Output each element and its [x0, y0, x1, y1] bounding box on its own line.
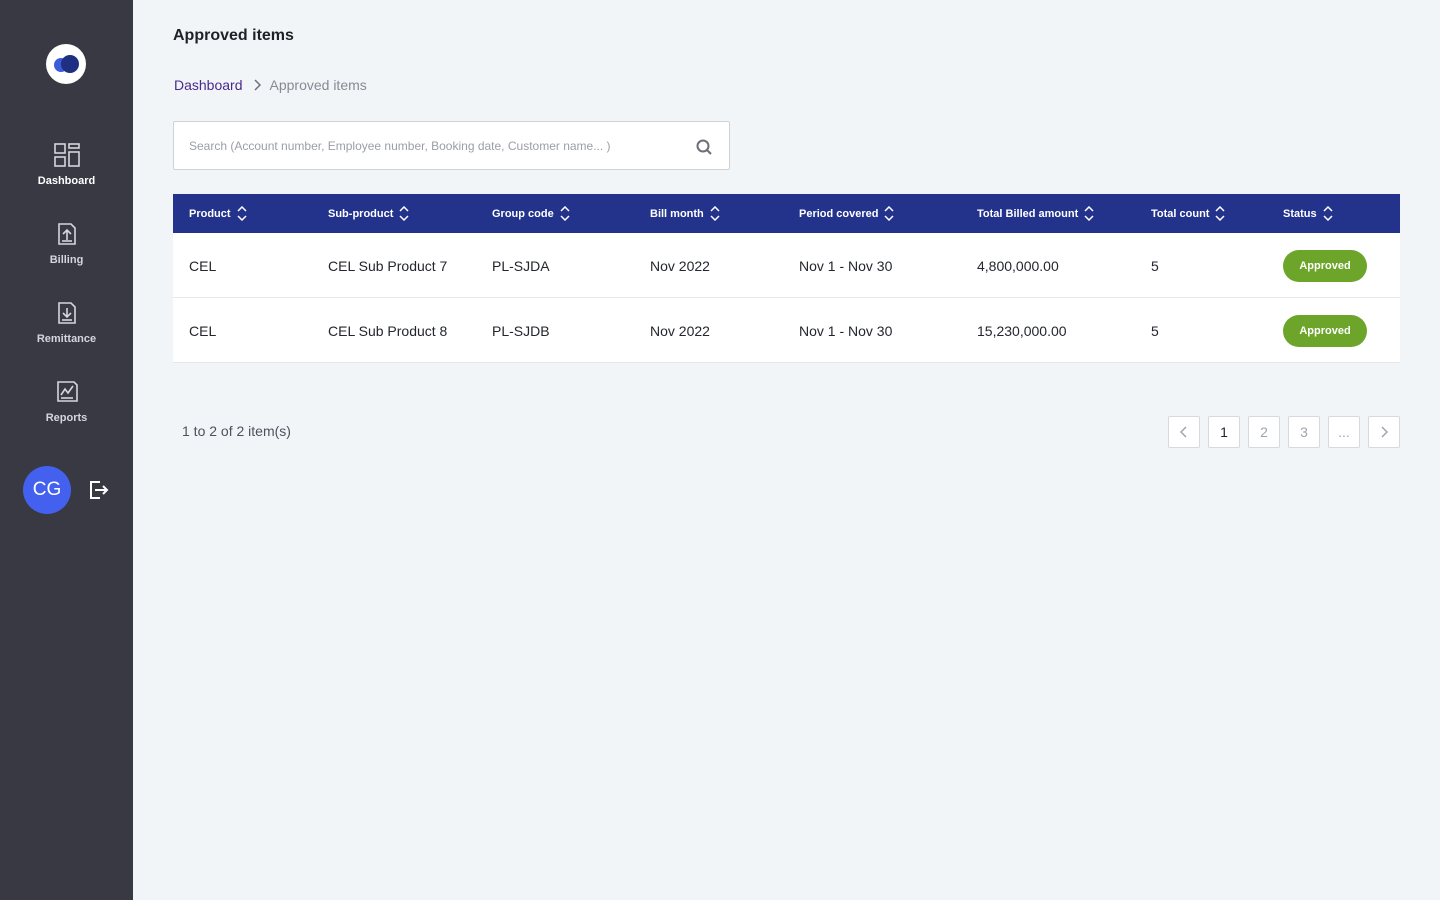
breadcrumb-current: Approved items [269, 77, 367, 93]
sidebar-item-dashboard[interactable]: Dashboard [0, 143, 133, 203]
sidebar-item-billing[interactable]: Billing [0, 222, 133, 282]
chevron-left-icon [1180, 426, 1187, 438]
sort-icon [237, 206, 247, 221]
prev-page-button[interactable] [1168, 416, 1200, 448]
cell-bill-month: Nov 2022 [650, 322, 710, 339]
table-row[interactable]: CEL CEL Sub Product 7 PL-SJDA Nov 2022 N… [173, 233, 1400, 298]
page-button-2[interactable]: 2 [1248, 416, 1280, 448]
sort-icon [1215, 206, 1225, 221]
column-header-period-covered[interactable]: Period covered [799, 194, 895, 233]
column-header-bill-month[interactable]: Bill month [650, 194, 720, 233]
search-input[interactable] [189, 136, 679, 156]
billing-upload-icon [57, 223, 76, 245]
cell-group-code: PL-SJDB [492, 322, 550, 339]
cell-total-count: 5 [1151, 322, 1159, 339]
column-header-sub-product[interactable]: Sub-product [328, 194, 409, 233]
page-title: Approved items [173, 27, 294, 44]
logout-icon[interactable] [86, 478, 110, 502]
reports-chart-icon [56, 381, 78, 402]
sort-icon [710, 206, 720, 221]
cell-status: Approved [1283, 233, 1367, 298]
cell-sub-product: CEL Sub Product 7 [328, 257, 448, 274]
breadcrumb: Dashboard Approved items [174, 77, 367, 93]
table-row[interactable]: CEL CEL Sub Product 8 PL-SJDB Nov 2022 N… [173, 298, 1400, 363]
column-header-total-count[interactable]: Total count [1151, 194, 1225, 233]
app-logo[interactable] [46, 44, 86, 84]
page-button-3[interactable]: 3 [1288, 416, 1320, 448]
cell-group-code: PL-SJDA [492, 257, 550, 274]
cell-sub-product: CEL Sub Product 8 [328, 322, 448, 339]
cell-product: CEL [189, 322, 217, 339]
page-ellipsis-button[interactable]: ... [1328, 416, 1360, 448]
cell-bill-month: Nov 2022 [650, 257, 710, 274]
chevron-right-icon [1381, 426, 1388, 438]
cell-total-count: 5 [1151, 257, 1159, 274]
sort-icon [560, 206, 570, 221]
chevron-right-icon [253, 79, 261, 91]
logo-circle-dark [61, 55, 79, 73]
table-header: Product Sub-product Group code Bill mont… [173, 194, 1400, 233]
dashboard-icon [53, 143, 80, 167]
column-header-product[interactable]: Product [189, 194, 247, 233]
column-header-group-code[interactable]: Group code [492, 194, 570, 233]
sidebar-item-label: Reports [45, 412, 88, 424]
sort-icon [884, 206, 895, 221]
remittance-download-icon [57, 302, 76, 324]
sidebar-item-label: Billing [49, 254, 84, 266]
search-box [173, 121, 730, 170]
approved-items-table: Product Sub-product Group code Bill mont… [173, 194, 1400, 363]
sort-icon [399, 206, 409, 221]
user-avatar[interactable]: CG [23, 466, 71, 514]
sort-icon [1323, 206, 1333, 221]
column-header-status[interactable]: Status [1283, 194, 1333, 233]
pagination: 1 2 3 ... [1168, 416, 1400, 448]
sidebar-item-reports[interactable]: Reports [0, 380, 133, 440]
cell-period-covered: Nov 1 - Nov 30 [799, 322, 893, 339]
column-header-total-billed-amount[interactable]: Total Billed amount [977, 194, 1094, 233]
search-icon[interactable] [695, 138, 713, 156]
page-button-1[interactable]: 1 [1208, 416, 1240, 448]
cell-status: Approved [1283, 298, 1367, 363]
pagination-summary: 1 to 2 of 2 item(s) [182, 423, 291, 439]
next-page-button[interactable] [1368, 416, 1400, 448]
cell-total-billed-amount: 15,230,000.00 [977, 322, 1067, 339]
status-badge: Approved [1283, 249, 1367, 282]
sidebar-item-label: Remittance [36, 333, 97, 345]
sidebar-item-label: Dashboard [37, 175, 96, 187]
sidebar: Dashboard Billing Remittance Reports CG [0, 0, 133, 900]
status-badge: Approved [1283, 314, 1367, 347]
cell-product: CEL [189, 257, 217, 274]
breadcrumb-home-link[interactable]: Dashboard [174, 77, 243, 93]
sort-icon [1084, 206, 1094, 221]
sidebar-item-remittance[interactable]: Remittance [0, 301, 133, 361]
cell-period-covered: Nov 1 - Nov 30 [799, 257, 893, 274]
cell-total-billed-amount: 4,800,000.00 [977, 257, 1059, 274]
